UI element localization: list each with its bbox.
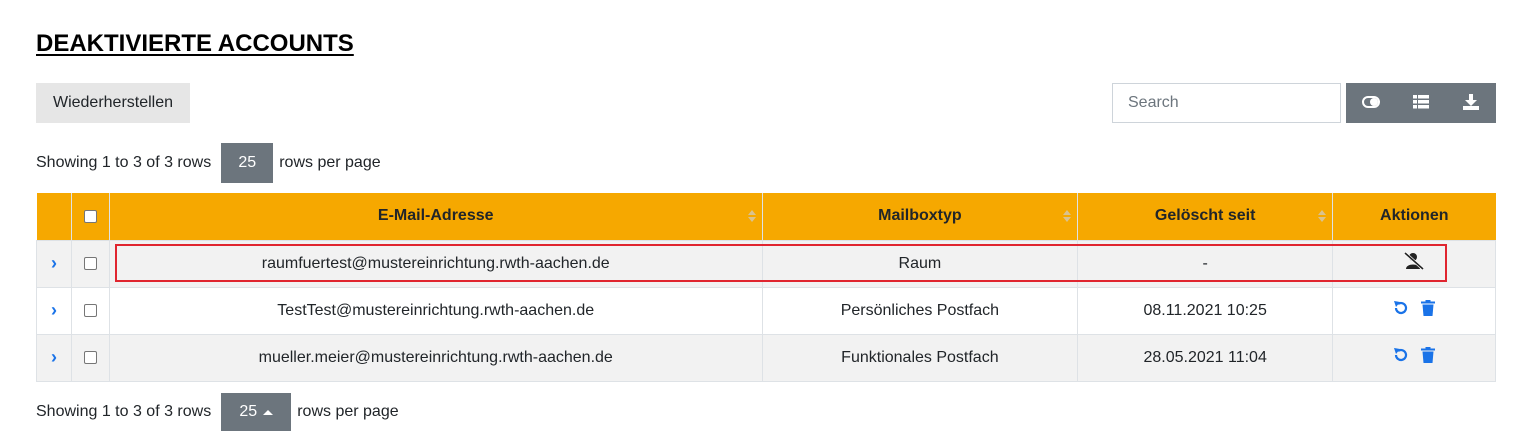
sort-icon [747,210,756,223]
column-header-mailbox-type[interactable]: Mailboxtyp [762,193,1079,240]
chevron-right-icon[interactable]: › [51,348,57,366]
cell-deleted-since: 08.11.2021 10:25 [1077,286,1334,335]
cell-email: raumfuertest@mustereinrichtung.rwth-aach… [108,239,763,288]
chevron-right-icon[interactable]: › [51,301,57,319]
cell-deleted-since: - [1077,239,1334,288]
cell-mailbox-type: Funktionales Postfach [761,333,1079,382]
restore-button[interactable]: Wiederherstellen [36,83,190,123]
pagination-suffix: rows per page [279,154,381,171]
pagination-info-text: Showing 1 to 3 of 3 rows [36,403,212,420]
sort-icon [1063,210,1072,223]
cell-deleted-since: 28.05.2021 11:04 [1077,333,1334,382]
table-row: › TestTest@mustereinrichtung.rwth-aachen… [36,286,1496,335]
trash-icon[interactable] [1421,347,1436,363]
row-checkbox[interactable] [83,303,97,317]
toggle-view-button[interactable] [1346,83,1396,123]
toggle-icon [1362,95,1380,111]
page-size-dropdown[interactable]: 25 [221,393,292,431]
pagination-suffix: rows per page [297,403,399,420]
pagination-info-top: Showing 1 to 3 of 3 rows 25 rows per pag… [36,143,381,183]
undo-icon[interactable] [1393,347,1409,363]
caret-up-icon [263,409,274,415]
pagination-info-bottom: Showing 1 to 3 of 3 rows 25 rows per pag… [36,393,399,431]
trash-icon[interactable] [1421,300,1436,316]
cell-mailbox-type: Persönliches Postfach [761,286,1079,335]
cell-actions [1332,239,1496,288]
download-icon [1463,93,1479,113]
cell-mailbox-type: Raum [761,239,1079,288]
select-all-checkbox[interactable] [83,209,97,223]
chevron-right-icon[interactable]: › [51,254,57,272]
undo-icon[interactable] [1393,300,1409,316]
expand-column-header [36,193,72,240]
row-checkbox[interactable] [83,350,97,364]
deactivated-accounts-table: E-Mail-Adresse Mailboxtyp Gelöscht seit … [36,193,1496,382]
sort-icon [1318,210,1327,223]
cell-actions [1332,333,1496,382]
column-header-email[interactable]: E-Mail-Adresse [109,193,763,240]
search-input[interactable] [1112,83,1341,123]
cell-actions [1332,286,1496,335]
page-title: DEAKTIVIERTE ACCOUNTS [36,30,354,57]
column-header-actions: Aktionen [1332,193,1496,240]
table-header-row: E-Mail-Adresse Mailboxtyp Gelöscht seit … [36,193,1496,240]
export-button[interactable] [1446,83,1496,123]
row-checkbox[interactable] [83,256,97,270]
table-row: › raumfuertest@mustereinrichtung.rwth-aa… [36,239,1496,288]
cell-email: TestTest@mustereinrichtung.rwth-aachen.d… [108,286,763,335]
table-row: › mueller.meier@mustereinrichtung.rwth-a… [36,333,1496,382]
user-slash-icon[interactable] [1404,252,1425,270]
select-all-header [71,193,110,240]
page-size-button[interactable]: 25 [221,143,274,183]
list-columns-icon [1413,94,1429,112]
column-header-deleted-since[interactable]: Gelöscht seit [1077,193,1334,240]
pagination-info-text: Showing 1 to 3 of 3 rows [36,154,212,171]
columns-button[interactable] [1396,83,1446,123]
cell-email: mueller.meier@mustereinrichtung.rwth-aac… [108,333,763,382]
table-toolbar [1346,83,1496,123]
